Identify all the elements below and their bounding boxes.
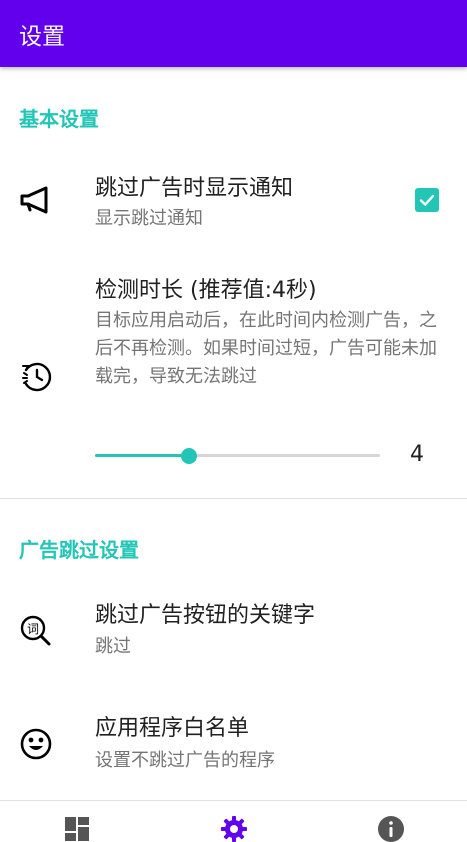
duration-slider-value: 4 [410,442,424,467]
setting-duration[interactable]: 检测时长 (推荐值:4秒) 目标应用启动后，在此时间内检测广告，之后不再检测。如… [0,262,467,482]
setting-duration-title: 检测时长 (推荐值:4秒) [95,278,317,303]
page-title: 设置 [19,23,65,50]
duration-slider-fill [95,454,190,457]
dashboard-icon[interactable] [62,815,92,842]
setting-whitelist[interactable]: 应用程序白名单 设置不跳过广告的程序 [0,700,467,795]
notify-checkbox[interactable] [415,188,439,212]
setting-keywords[interactable]: 词 跳过广告按钮的关键字 跳过 [0,585,467,675]
info-icon[interactable] [376,815,406,842]
setting-whitelist-summary: 设置不跳过广告的程序 [95,750,275,771]
setting-whitelist-title: 应用程序白名单 [95,716,250,741]
smiley-icon [18,726,54,762]
app-bar: 设置 [0,0,467,67]
bottom-nav [0,800,467,842]
word-search-icon: 词 [18,613,54,649]
svg-text:词: 词 [27,622,39,636]
setting-duration-summary: 目标应用启动后，在此时间内检测广告，之后不再检测。如果时间过短，广告可能未加载完… [95,310,437,387]
setting-notify[interactable]: 跳过广告时显示通知 显示跳过通知 [0,160,467,245]
section-divider [0,498,467,499]
setting-keywords-title: 跳过广告按钮的关键字 [95,603,316,628]
setting-keywords-summary: 跳过 [95,636,131,657]
section-title-basic: 基本设置 [19,107,99,131]
setting-notify-summary: 显示跳过通知 [95,208,203,229]
timer-icon [18,358,54,394]
megaphone-icon [18,182,54,218]
gear-icon[interactable] [219,815,249,842]
section-title-ad-skip: 广告跳过设置 [19,538,139,562]
duration-slider-thumb[interactable] [181,448,198,464]
setting-notify-title: 跳过广告时显示通知 [95,176,294,201]
